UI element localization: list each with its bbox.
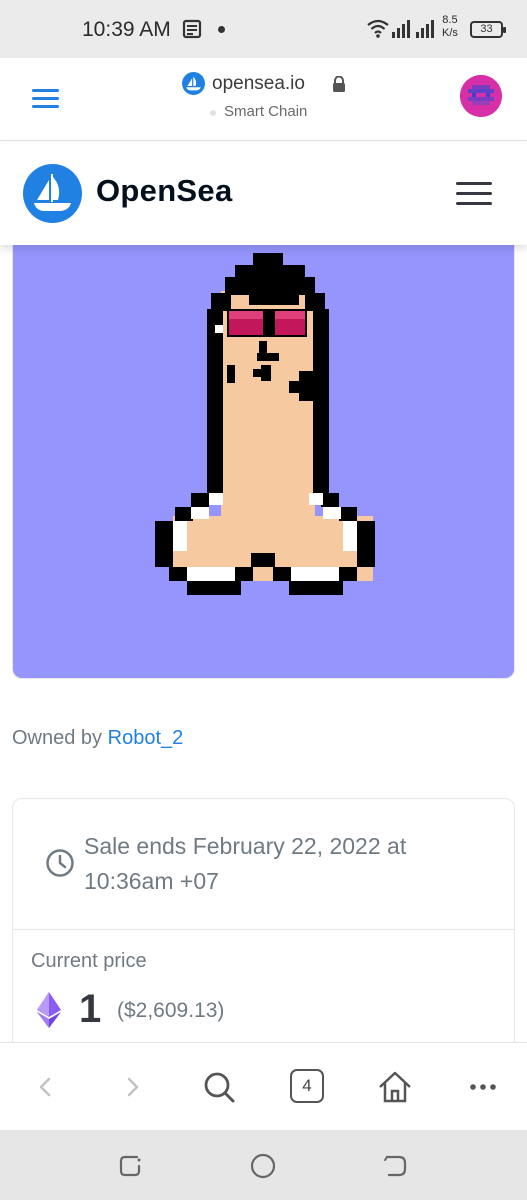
sale-panel: Sale ends February 22, 2022 at 10:36am +…	[12, 798, 515, 1058]
lock-icon	[332, 75, 346, 97]
network-dot	[210, 110, 216, 116]
browser-url-bar: opensea.io Smart Chain	[0, 58, 527, 141]
wallet-avatar[interactable]	[460, 75, 502, 117]
status-bar: 10:39 AM 8.5 K/s 33	[0, 0, 527, 58]
signal-icon	[390, 18, 438, 43]
back-icon[interactable]	[26, 1067, 66, 1107]
home-circle-icon[interactable]	[249, 1152, 277, 1185]
wifi-icon	[366, 18, 390, 43]
price-value: 1	[79, 987, 102, 1031]
nft-pixel-art	[155, 253, 375, 595]
battery-icon: 33	[470, 21, 506, 38]
browser-toolbar: 4	[0, 1042, 527, 1130]
browser-menu-icon[interactable]	[32, 89, 59, 109]
home-icon[interactable]	[375, 1067, 415, 1107]
address-field[interactable]: opensea.io Smart Chain	[182, 72, 352, 128]
nft-image[interactable]	[12, 230, 515, 679]
pixel-character	[155, 253, 375, 595]
more-icon[interactable]	[463, 1067, 503, 1107]
status-time: 10:39 AM	[82, 18, 171, 41]
forward-icon[interactable]	[112, 1067, 152, 1107]
site-header: OpenSea	[0, 142, 527, 245]
network-label: Smart Chain	[224, 103, 308, 120]
site-menu-icon[interactable]	[456, 182, 492, 206]
net-speed-unit: K/s	[442, 27, 458, 39]
url-domain: opensea.io	[212, 73, 305, 94]
notification-icon	[182, 19, 202, 44]
owned-by: Owned by Robot_2	[12, 727, 183, 750]
sale-header: Sale ends February 22, 2022 at 10:36am +…	[13, 799, 514, 930]
owned-by-label: Owned by	[12, 727, 103, 749]
system-nav-bar	[0, 1130, 527, 1200]
search-icon[interactable]	[199, 1067, 239, 1107]
price-usd: ($2,609.13)	[117, 999, 225, 1022]
owner-link[interactable]: Robot_2	[108, 727, 184, 749]
opensea-logo-icon[interactable]	[23, 164, 82, 223]
site-favicon-icon	[182, 72, 205, 95]
net-speed-value: 8.5	[442, 14, 458, 26]
battery-level: 33	[480, 23, 493, 35]
site-brand[interactable]: OpenSea	[96, 173, 232, 209]
status-dot	[218, 26, 225, 33]
current-price-label: Current price	[31, 950, 147, 972]
clock-icon	[45, 848, 75, 883]
back-nav-icon[interactable]	[381, 1152, 409, 1185]
tabs-icon[interactable]: 4	[290, 1069, 324, 1103]
net-speed: 8.5 K/s	[442, 14, 458, 40]
eth-icon	[37, 992, 61, 1033]
recents-icon[interactable]	[117, 1152, 145, 1185]
sale-end-text: Sale ends February 22, 2022 at 10:36am +…	[84, 833, 407, 894]
